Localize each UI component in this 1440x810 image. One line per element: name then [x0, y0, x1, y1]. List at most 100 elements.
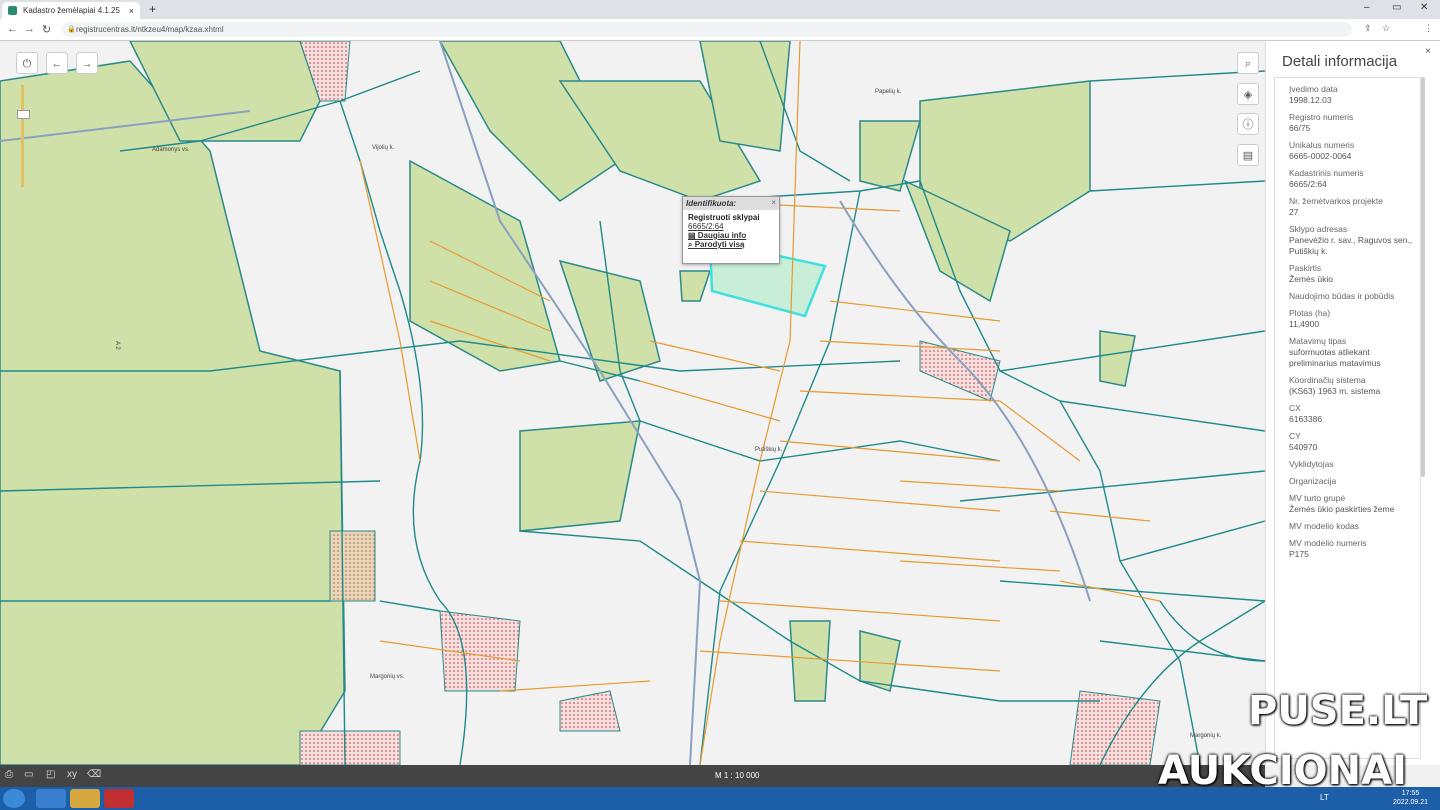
detail-field: Registro numeris 66/75: [1289, 106, 1414, 134]
info-icon[interactable]: ⓘ: [1237, 113, 1259, 135]
detail-field: Plotas (ha) 11,4900: [1289, 302, 1414, 330]
panel-title: Detali informacija: [1282, 53, 1398, 70]
detail-field: MV turto grupė Žemės ūkio paskirties žeme: [1289, 487, 1414, 515]
scrollbar-thumb[interactable]: [1421, 77, 1425, 477]
browser-back-button[interactable]: ←: [7, 23, 18, 35]
place-label-f: Margonių vs.: [370, 674, 405, 680]
popup-header: Identifikuota:: [683, 197, 779, 210]
show-all-link[interactable]: ⌕ Parodyti visą: [683, 240, 779, 250]
watermark-line1: PUSE.LT: [1248, 688, 1428, 734]
detail-field: Naudojimo būdas ir pobūdis: [1289, 285, 1414, 302]
power-button[interactable]: ⏻: [16, 52, 38, 74]
url-input[interactable]: 🔒 registrucentras.lt/ntkzeu4/map/kzaa.xh…: [62, 22, 1352, 37]
more-info-link[interactable]: ▤ Daugiau info: [683, 231, 779, 240]
panel-scrollbar[interactable]: [1418, 77, 1428, 677]
map-forward-button[interactable]: →: [76, 52, 98, 74]
maximize-button[interactable]: ▭: [1392, 2, 1401, 13]
search-icon[interactable]: ⌕: [1237, 52, 1259, 74]
detail-field: CX 6163386: [1289, 397, 1414, 425]
explorer-taskbar-icon[interactable]: [70, 789, 100, 808]
field-label: Kadastrinis numeris: [1289, 168, 1364, 178]
field-label: CX: [1289, 403, 1301, 413]
field-label: Matavimų tipas: [1289, 336, 1347, 346]
address-bar: ← → ↻ 🔒 registrucentras.lt/ntkzeu4/map/k…: [0, 19, 1440, 55]
eraser-icon[interactable]: ⌫: [87, 769, 101, 780]
minimize-button[interactable]: –: [1364, 2, 1370, 13]
area-icon[interactable]: ◰: [46, 769, 55, 780]
coordinates-icon[interactable]: xy: [67, 769, 77, 780]
map-back-button[interactable]: ←: [46, 52, 68, 74]
field-value: (KS63) 1963 m. sistema: [1289, 386, 1381, 396]
detail-field: Sklypo adresas Panevėžio r. sav., Raguvos…: [1289, 218, 1414, 257]
lock-icon: 🔒: [67, 26, 76, 33]
layers-icon[interactable]: ◈: [1237, 83, 1259, 105]
language-indicator[interactable]: LT: [1320, 793, 1329, 802]
os-taskbar: LT 17:55 2022.09.21: [0, 787, 1440, 810]
print-icon[interactable]: ⎙: [5, 769, 13, 780]
panel-close-icon[interactable]: ×: [1421, 45, 1435, 59]
map-status-bar: ⎙ ▭ ◰ xy ⌫ M 1 : 10 000: [0, 765, 1265, 787]
new-tab-button[interactable]: +: [146, 3, 159, 16]
place-label-e: Putiškių k.: [755, 447, 783, 453]
list-icon[interactable]: ▤: [1237, 144, 1259, 166]
popup-close-icon[interactable]: ×: [771, 198, 776, 207]
measure-icon[interactable]: ▭: [24, 769, 33, 780]
chrome-taskbar-icon[interactable]: [36, 789, 66, 808]
detail-field: Kadastrinis numeris 6665/2:64: [1289, 162, 1414, 190]
site-favicon-icon: [8, 6, 17, 15]
field-value: Panevėžio r. sav., Raguvos sen., Putiški…: [1289, 235, 1413, 256]
field-label: Koordinačių sistema: [1289, 375, 1366, 385]
detail-field: MV modelio kodas: [1289, 515, 1414, 532]
share-icon[interactable]: ⇪: [1364, 23, 1372, 34]
field-value: 540970: [1289, 442, 1318, 452]
field-value: 11,4900: [1289, 319, 1320, 329]
reload-button[interactable]: ↻: [42, 23, 51, 36]
field-value: 66/75: [1289, 123, 1311, 133]
tab-close-icon[interactable]: ×: [129, 6, 134, 16]
place-label-a: Adamonys vs.: [152, 147, 190, 153]
field-value: P175: [1289, 549, 1309, 559]
popup-parcel-link[interactable]: 6665/2:64: [683, 222, 779, 231]
zoom-slider[interactable]: [21, 85, 24, 187]
cadastral-map[interactable]: Adamonys vs. Vijolių k. Papelių k. A 2 P…: [0, 41, 1265, 765]
detail-field: Organizacija: [1289, 470, 1414, 487]
field-label: Unikalus numeris: [1289, 140, 1355, 150]
detail-field: Vyklidytojas: [1289, 453, 1414, 470]
field-label: Plotas (ha): [1289, 308, 1331, 318]
field-value: 6665/2:64: [1289, 179, 1327, 189]
field-label: Sklypo adresas: [1289, 224, 1348, 234]
start-button[interactable]: [3, 789, 25, 808]
zoom-knob[interactable]: [17, 110, 30, 119]
field-value: 27: [1289, 207, 1299, 217]
place-label-g: Margonių k.: [1190, 733, 1222, 739]
field-label: Įvedimo data: [1289, 84, 1338, 94]
field-value: suformuotas atliekant preliminarius mata…: [1289, 347, 1381, 368]
pdf-taskbar-icon[interactable]: [104, 789, 134, 808]
field-label: Paskirtis: [1289, 263, 1322, 273]
field-value: Žemės ūkio: [1289, 274, 1333, 284]
detail-field: Įvedimo data 1998.12.03: [1289, 78, 1414, 106]
system-clock[interactable]: 17:55 2022.09.21: [1393, 789, 1428, 807]
browser-tab-bar: Kadastro žemėlapiai 4.1.25 × + – ▭ ✕: [0, 0, 1440, 19]
browser-forward-button[interactable]: →: [24, 23, 35, 35]
clock-date: 2022.09.21: [1393, 799, 1429, 806]
field-label: Organizacija: [1289, 476, 1337, 486]
show-all-label: Parodyti visą: [694, 240, 745, 249]
field-label: CY: [1289, 431, 1301, 441]
map-canvas[interactable]: Adamonys vs. Vijolių k. Papelių k. A 2 P…: [0, 41, 1265, 765]
detail-panel: Detali informacija × Įvedimo data 1998.12…: [1265, 41, 1440, 765]
field-value: Žemės ūkio paskirties žeme: [1289, 504, 1395, 514]
map-scale: M 1 : 10 000: [715, 771, 760, 780]
menu-dots-icon[interactable]: ⋮: [1424, 23, 1433, 34]
field-label: Naudojimo būdas ir pobūdis: [1289, 291, 1395, 301]
field-value: 6665-0002-0064: [1289, 151, 1352, 161]
window-close-button[interactable]: ✕: [1420, 2, 1428, 13]
popup-type: Registruoti sklypai: [688, 213, 760, 222]
url-text: registrucentras.lt/ntkzeu4/map/kzaa.xhtm…: [76, 25, 224, 34]
place-label-c: Papelių k.: [875, 89, 902, 95]
browser-tab[interactable]: Kadastro žemėlapiai 4.1.25 ×: [2, 2, 140, 19]
road-label-a2: A 2: [114, 341, 120, 350]
field-value: 1998.12.03: [1289, 95, 1332, 105]
field-value: 6163386: [1289, 414, 1323, 424]
bookmark-star-icon[interactable]: ☆: [1382, 23, 1390, 34]
